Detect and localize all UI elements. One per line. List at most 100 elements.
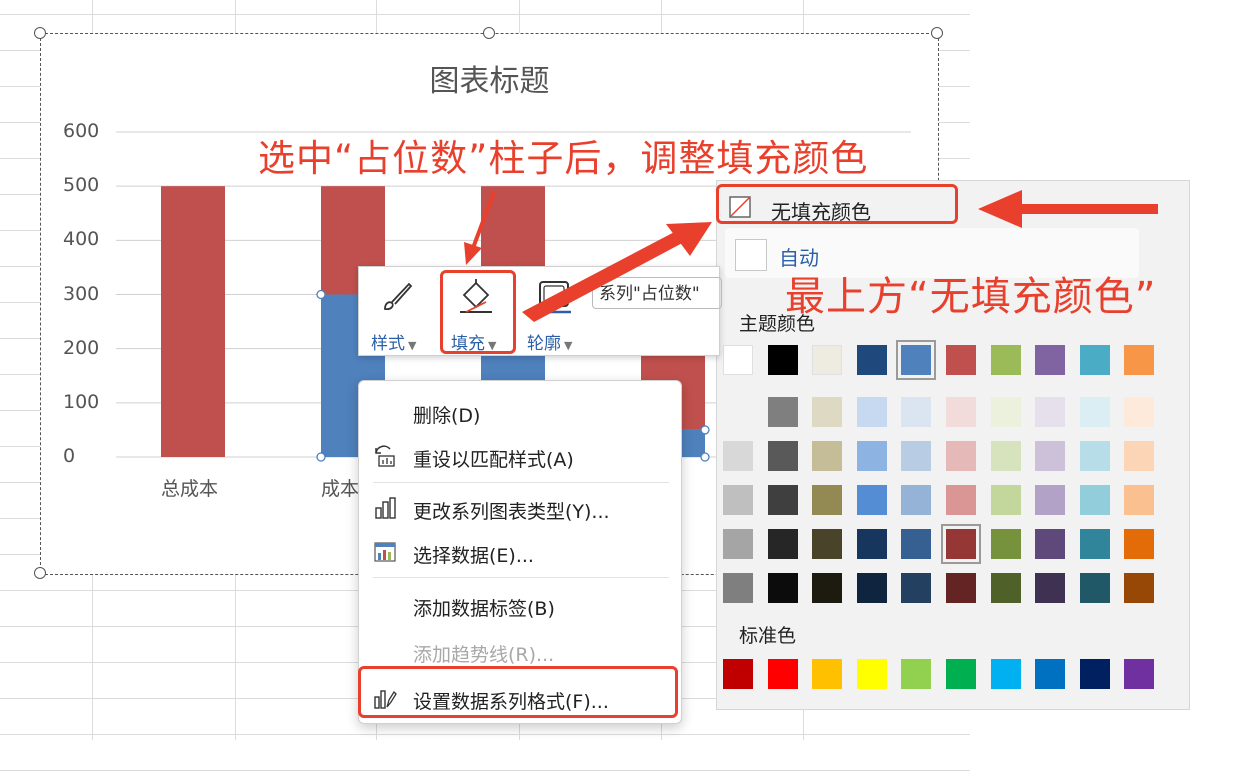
- y-tick-label: 0: [63, 445, 76, 467]
- standard-color-swatch[interactable]: [990, 659, 1021, 689]
- theme-color-swatch[interactable]: [767, 397, 798, 427]
- theme-color-swatch[interactable]: [901, 485, 932, 515]
- theme-color-swatch[interactable]: [990, 397, 1021, 427]
- theme-color-swatch[interactable]: [941, 524, 981, 564]
- theme-color-swatch[interactable]: [1079, 345, 1110, 375]
- theme-color-swatch[interactable]: [1035, 485, 1066, 515]
- theme-color-swatch[interactable]: [856, 485, 887, 515]
- theme-color-swatch[interactable]: [946, 573, 976, 603]
- annotation-select-placeholder: 选中“占位数”柱子后，调整填充颜色: [258, 137, 869, 180]
- standard-colors-heading: 标准色: [739, 625, 797, 647]
- theme-color-swatch[interactable]: [856, 345, 887, 375]
- menu-separator: [373, 577, 669, 578]
- standard-color-swatch[interactable]: [946, 659, 976, 689]
- theme-color-swatch[interactable]: [1079, 441, 1110, 471]
- menu-item-reset-style[interactable]: 重设以匹配样式(A): [359, 437, 681, 475]
- theme-color-swatch[interactable]: [1035, 345, 1066, 375]
- theme-color-swatch[interactable]: [723, 345, 753, 375]
- theme-color-swatch[interactable]: [723, 397, 753, 427]
- theme-color-swatch[interactable]: [901, 529, 932, 559]
- theme-color-swatch[interactable]: [767, 529, 798, 559]
- theme-color-swatch[interactable]: [723, 573, 753, 603]
- resize-handle-top-middle[interactable]: [483, 27, 495, 39]
- theme-color-swatch[interactable]: [1124, 441, 1155, 471]
- theme-color-swatch[interactable]: [990, 529, 1021, 559]
- selection-handle[interactable]: [316, 289, 326, 300]
- menu-item-select-data[interactable]: 选择数据(E)...: [359, 533, 681, 571]
- theme-color-swatch[interactable]: [1035, 573, 1066, 603]
- theme-color-swatch[interactable]: [1035, 441, 1066, 471]
- selection-handle[interactable]: [700, 452, 710, 462]
- y-tick-label: 200: [63, 336, 100, 359]
- theme-color-swatch[interactable]: [990, 485, 1021, 515]
- theme-color-swatch[interactable]: [856, 529, 887, 559]
- theme-color-swatch[interactable]: [1124, 529, 1155, 559]
- standard-color-swatch[interactable]: [901, 659, 932, 689]
- theme-color-swatch[interactable]: [1124, 573, 1155, 603]
- theme-color-swatch[interactable]: [901, 397, 932, 427]
- theme-color-swatch[interactable]: [723, 529, 753, 559]
- theme-color-swatch[interactable]: [812, 345, 843, 375]
- theme-color-swatch[interactable]: [856, 441, 887, 471]
- style-button[interactable]: 样式 ▼: [359, 267, 439, 355]
- theme-color-swatch[interactable]: [1035, 397, 1066, 427]
- bar-series-2[interactable]: [161, 186, 225, 457]
- theme-color-swatch[interactable]: [812, 397, 843, 427]
- theme-color-swatch[interactable]: [1124, 485, 1155, 515]
- theme-color-swatch[interactable]: [946, 485, 976, 515]
- menu-item-add-data-labels[interactable]: 添加数据标签(B): [359, 586, 681, 624]
- style-label: 样式: [371, 334, 405, 354]
- theme-color-swatch[interactable]: [946, 345, 976, 375]
- highlight-format-series: [358, 666, 678, 718]
- theme-color-swatch[interactable]: [990, 573, 1021, 603]
- resize-handle-top-right[interactable]: [931, 27, 943, 39]
- selection-handle[interactable]: [700, 425, 710, 435]
- theme-color-swatch[interactable]: [767, 441, 798, 471]
- y-tick-label: 300: [63, 282, 100, 305]
- theme-color-swatch[interactable]: [1079, 397, 1110, 427]
- theme-color-swatch[interactable]: [901, 441, 932, 471]
- resize-handle-bottom-left[interactable]: [34, 567, 46, 579]
- menu-label-delete: 删除(D): [413, 405, 481, 427]
- standard-color-swatch[interactable]: [767, 659, 798, 689]
- theme-color-swatch[interactable]: [856, 573, 887, 603]
- menu-item-add-trendline: 添加趋势线(R)...: [359, 632, 681, 670]
- series-selector[interactable]: 系列"占位数": [592, 277, 722, 309]
- theme-color-swatch[interactable]: [767, 573, 798, 603]
- theme-color-swatch[interactable]: [812, 485, 843, 515]
- menu-item-change-chart-type[interactable]: 更改系列图表类型(Y)...: [359, 489, 681, 527]
- grid-row-line: [0, 14, 970, 15]
- menu-item-delete[interactable]: 删除(D): [359, 393, 681, 431]
- theme-color-swatch[interactable]: [812, 529, 843, 559]
- theme-color-swatch[interactable]: [1124, 397, 1155, 427]
- theme-color-swatch[interactable]: [896, 340, 937, 380]
- theme-color-swatch[interactable]: [946, 397, 976, 427]
- y-tick-label: 400: [63, 228, 100, 251]
- standard-color-swatch[interactable]: [812, 659, 843, 689]
- theme-color-swatch[interactable]: [767, 345, 798, 375]
- theme-color-swatch[interactable]: [767, 485, 798, 515]
- standard-color-swatch[interactable]: [1035, 659, 1066, 689]
- standard-color-swatch[interactable]: [856, 659, 887, 689]
- theme-color-swatch[interactable]: [1079, 573, 1110, 603]
- theme-color-swatch[interactable]: [812, 441, 843, 471]
- outline-label: 轮廓: [527, 334, 561, 354]
- theme-color-swatch[interactable]: [990, 345, 1021, 375]
- theme-color-swatch[interactable]: [1124, 345, 1155, 375]
- theme-color-swatch[interactable]: [856, 397, 887, 427]
- theme-color-swatch[interactable]: [946, 441, 976, 471]
- theme-color-swatch[interactable]: [1079, 485, 1110, 515]
- resize-handle-top-left[interactable]: [34, 27, 46, 39]
- theme-color-swatch[interactable]: [723, 485, 753, 515]
- theme-color-swatch[interactable]: [723, 441, 753, 471]
- theme-color-swatch[interactable]: [1035, 529, 1066, 559]
- theme-color-swatch[interactable]: [812, 573, 843, 603]
- outline-button[interactable]: 轮廓 ▼: [519, 267, 591, 355]
- standard-color-swatch[interactable]: [1079, 659, 1110, 689]
- theme-color-swatch[interactable]: [1079, 529, 1110, 559]
- standard-color-swatch[interactable]: [1124, 659, 1155, 689]
- standard-color-swatch[interactable]: [723, 659, 753, 689]
- theme-color-swatch[interactable]: [990, 441, 1021, 471]
- theme-color-swatch[interactable]: [901, 573, 932, 603]
- selection-handle[interactable]: [316, 452, 326, 462]
